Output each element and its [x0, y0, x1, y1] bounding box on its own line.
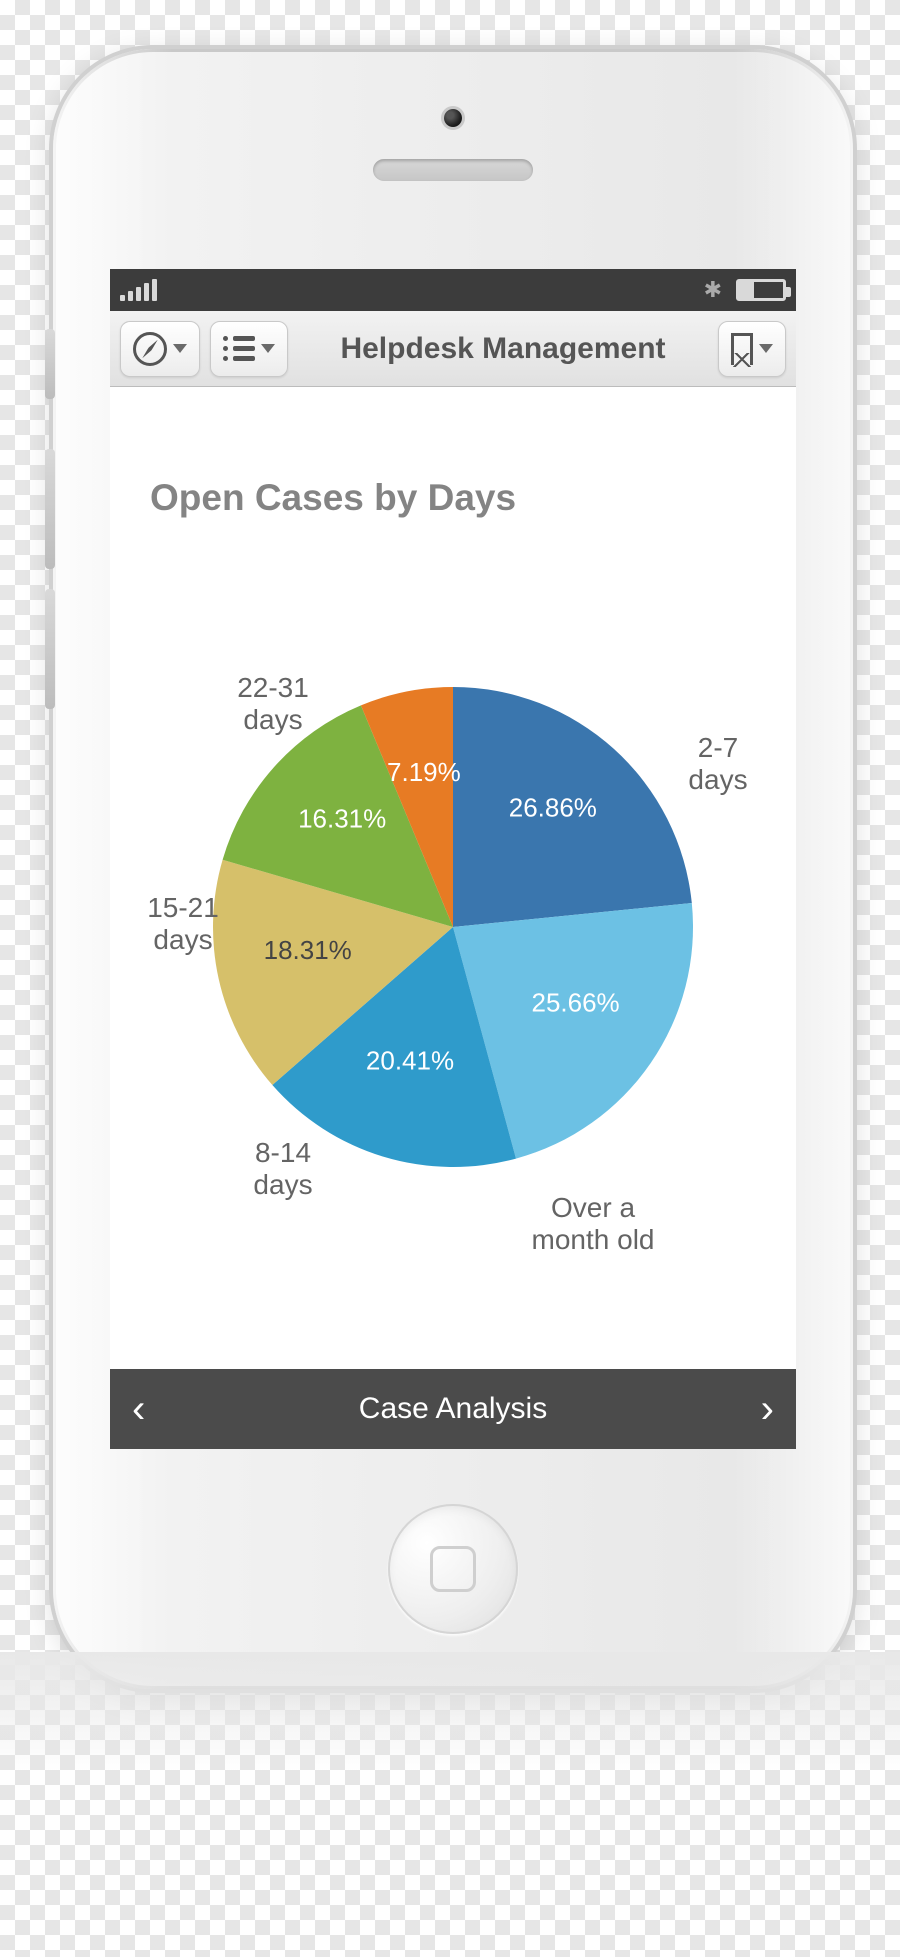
compass-icon — [133, 332, 167, 366]
bookmark-button[interactable] — [718, 321, 786, 377]
slice-label: 8-14 — [255, 1137, 311, 1168]
battery-icon — [736, 279, 786, 301]
side-button — [45, 589, 55, 709]
list-icon — [223, 336, 255, 362]
status-bar: ✱ — [110, 269, 796, 311]
list-button[interactable] — [210, 321, 288, 377]
slice-label: 15-21 — [147, 892, 219, 923]
page-title: Helpdesk Management — [298, 332, 708, 366]
chart-title: Open Cases by Days — [150, 477, 516, 519]
chevron-down-icon — [261, 344, 275, 353]
device-screen: ✱ Helpdesk Management Open Cases — [110, 269, 796, 1449]
slice-value: 26.86% — [509, 793, 597, 823]
navigate-button[interactable] — [120, 321, 200, 377]
slice-label: Over a — [551, 1192, 635, 1223]
speaker-slot — [373, 159, 533, 181]
slice-value: 25.66% — [531, 987, 619, 1017]
home-button[interactable] — [388, 1504, 518, 1634]
slice-value: 20.41% — [366, 1045, 454, 1075]
chevron-down-icon — [173, 344, 187, 353]
slice-label: days — [243, 704, 302, 735]
app-toolbar: Helpdesk Management — [110, 311, 796, 387]
slice-label: days — [153, 924, 212, 955]
slice-label: days — [253, 1169, 312, 1200]
pie-chart: 26.86%2-7days25.66%Over amonth old20.41%… — [143, 597, 763, 1257]
slice-value: 18.31% — [264, 935, 352, 965]
next-button[interactable]: › — [761, 1389, 774, 1429]
slice-label: 2-7 — [698, 732, 738, 763]
signal-icon — [120, 279, 157, 301]
bottom-label: Case Analysis — [145, 1392, 760, 1426]
chevron-down-icon — [759, 344, 773, 353]
slice-value: 7.19% — [387, 757, 461, 787]
slice-label: month old — [532, 1224, 655, 1255]
side-button — [45, 329, 55, 399]
side-button — [45, 449, 55, 569]
camera-dot — [444, 109, 462, 127]
prev-button[interactable]: ‹ — [132, 1389, 145, 1429]
bookmark-icon — [731, 333, 753, 365]
chart-area: Open Cases by Days 26.86%2-7days25.66%Ov… — [110, 387, 796, 1369]
bottom-bar: ‹ Case Analysis › — [110, 1369, 796, 1449]
phone-mockup: ✱ Helpdesk Management Open Cases — [53, 49, 853, 1689]
slice-label: days — [688, 764, 747, 795]
slice-label: 22-31 — [237, 672, 309, 703]
slice-value: 16.31% — [298, 804, 386, 834]
bluetooth-icon: ✱ — [704, 277, 722, 303]
